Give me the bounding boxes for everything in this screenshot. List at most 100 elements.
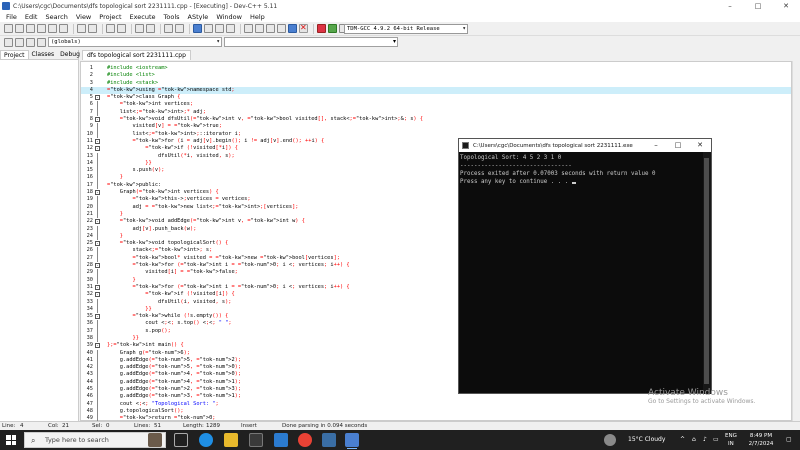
menu-window[interactable]: Window (216, 13, 242, 21)
console-close-button[interactable]: ✕ (689, 139, 711, 152)
fold-toggle-icon[interactable]: - (95, 146, 100, 152)
console-scrollbar-thumb[interactable] (704, 158, 709, 384)
tab-project[interactable]: Project (0, 50, 29, 59)
edge-browser-icon[interactable] (199, 433, 213, 447)
tab-classes[interactable]: Classes (29, 50, 58, 59)
toggle-bookmark-icon[interactable] (164, 24, 173, 33)
goto-bookmark-icon[interactable] (175, 24, 184, 33)
console-scrollbar[interactable] (703, 152, 711, 394)
code-line[interactable]: 9 visited[v] = ="tok-kw">true; (81, 123, 791, 131)
check-syntax-icon[interactable] (288, 24, 297, 33)
menu-edit[interactable]: Edit (25, 13, 38, 21)
code-line[interactable]: 7 list<;="tok-kw">int>;* adj; (81, 108, 791, 117)
battery-icon[interactable]: ▭ (713, 430, 719, 450)
menu-execute[interactable]: Execute (130, 13, 156, 21)
start-button[interactable] (6, 435, 16, 445)
fold-toggle-icon[interactable]: - (95, 314, 100, 320)
fold-toggle-icon[interactable]: - (95, 219, 100, 225)
code-line[interactable]: 4 ="tok-kw">using ="tok-kw">namespace std… (81, 86, 791, 95)
close-file-icon[interactable] (48, 24, 57, 33)
menu-view[interactable]: View (76, 13, 91, 21)
goto-line-icon[interactable] (37, 38, 46, 47)
insert-icon[interactable] (4, 38, 13, 47)
save-all-icon[interactable] (37, 24, 46, 33)
tab-debug[interactable]: Debug (57, 50, 83, 59)
menu-astyle[interactable]: AStyle (188, 13, 209, 21)
notifications-icon[interactable]: ▢ (786, 430, 792, 450)
file-explorer-icon[interactable] (224, 433, 238, 447)
code-line[interactable]: 6 ="tok-kw">int vertices; (81, 101, 791, 109)
toggle-comment-icon[interactable] (15, 38, 24, 47)
menu-file[interactable]: File (6, 13, 17, 21)
network-icon[interactable]: ⌂ (692, 430, 696, 450)
code-line[interactable]: 5- ="tok-kw">class Graph { (81, 94, 791, 101)
fold-toggle-icon[interactable]: - (95, 284, 100, 290)
menu-help[interactable]: Help (250, 13, 265, 21)
menu-project[interactable]: Project (99, 13, 121, 21)
compiler-select[interactable]: TDM-GCC 4.9.2 64-bit Release ▾ (344, 24, 468, 34)
editor-scrollbar[interactable] (792, 61, 800, 421)
chevron-up-icon[interactable]: ^ (680, 430, 685, 450)
print-icon[interactable] (59, 24, 68, 33)
fold-toggle-icon[interactable]: - (95, 343, 100, 349)
find-icon[interactable] (106, 24, 115, 33)
weather-text[interactable]: 15°C Cloudy (628, 430, 665, 450)
run-icon[interactable] (255, 24, 264, 33)
word-icon[interactable] (322, 433, 336, 447)
debug-icon[interactable] (328, 24, 337, 33)
code-line[interactable]: 8- ="tok-kw">void dfsUtil(="tok-kw">int … (81, 116, 791, 123)
chrome-browser-icon[interactable] (298, 433, 312, 447)
search-highlight-image-icon[interactable] (148, 433, 162, 447)
fold-toggle-icon[interactable]: - (95, 263, 100, 269)
scope-select[interactable]: (globals) ▾ (48, 37, 222, 47)
menu-tools[interactable]: Tools (164, 13, 180, 21)
new-project-icon[interactable] (193, 24, 202, 33)
unindent-icon[interactable] (146, 24, 155, 33)
close-button[interactable]: ✕ (772, 0, 800, 12)
remove-from-project-icon[interactable] (226, 24, 235, 33)
add-to-project-icon[interactable] (215, 24, 224, 33)
language-indicator[interactable]: ENG IN (725, 432, 737, 448)
fold-toggle-icon[interactable]: - (95, 95, 100, 101)
devcpp-taskbar-icon[interactable] (345, 433, 359, 449)
replace-icon[interactable] (117, 24, 126, 33)
rebuild-icon[interactable] (277, 24, 286, 33)
taskbar-search-box[interactable]: ⌕ Type here to search (24, 432, 166, 448)
code-line[interactable]: 2 #include <list> (81, 72, 791, 79)
code-line[interactable]: 1 #include <iostream> (81, 65, 791, 72)
clock[interactable]: 8:49 PM 2/7/2024 (745, 432, 777, 448)
task-view-icon[interactable] (174, 433, 188, 447)
profile-chart-icon[interactable] (317, 24, 326, 33)
fold-toggle-icon[interactable]: - (95, 241, 100, 247)
format-icon[interactable] (26, 38, 35, 47)
code-line[interactable]: 3 #include <stack> (81, 80, 791, 87)
project-options-icon[interactable] (204, 24, 213, 33)
code-line[interactable]: 48 g.topologicalSort(); (81, 407, 791, 416)
fold-toggle-icon[interactable]: - (95, 138, 100, 144)
fold-toggle-icon[interactable]: - (95, 117, 100, 123)
indent-icon[interactable] (135, 24, 144, 33)
console-minimize-button[interactable]: – (645, 139, 667, 152)
function-select[interactable]: ▾ (224, 37, 398, 47)
console-window[interactable]: C:\Users\cgc\Documents\dfs topological s… (458, 138, 712, 394)
stop-execution-icon[interactable] (299, 23, 308, 33)
menu-search[interactable]: Search (45, 13, 67, 21)
new-file-icon[interactable] (4, 24, 13, 33)
open-file-icon[interactable] (15, 24, 24, 33)
code-line[interactable]: 10 list<;="tok-kw">int>;::iterator i; (81, 130, 791, 138)
undo-icon[interactable] (77, 24, 86, 33)
line-number: 22 (86, 218, 93, 225)
compile-icon[interactable] (244, 24, 253, 33)
maximize-button[interactable]: □ (744, 0, 772, 12)
redo-icon[interactable] (88, 24, 97, 33)
volume-icon[interactable]: ♪ (703, 430, 707, 450)
fold-toggle-icon[interactable]: - (95, 292, 100, 298)
save-icon[interactable] (26, 24, 35, 33)
compile-run-icon[interactable] (266, 24, 275, 33)
minimize-button[interactable]: – (716, 0, 744, 12)
fold-toggle-icon[interactable]: - (95, 190, 100, 196)
mail-icon[interactable] (274, 433, 288, 447)
editor-file-tab[interactable]: dfs topological sort 2231111.cpp (82, 50, 191, 60)
store-icon[interactable] (249, 433, 263, 447)
console-maximize-button[interactable]: □ (667, 139, 689, 152)
